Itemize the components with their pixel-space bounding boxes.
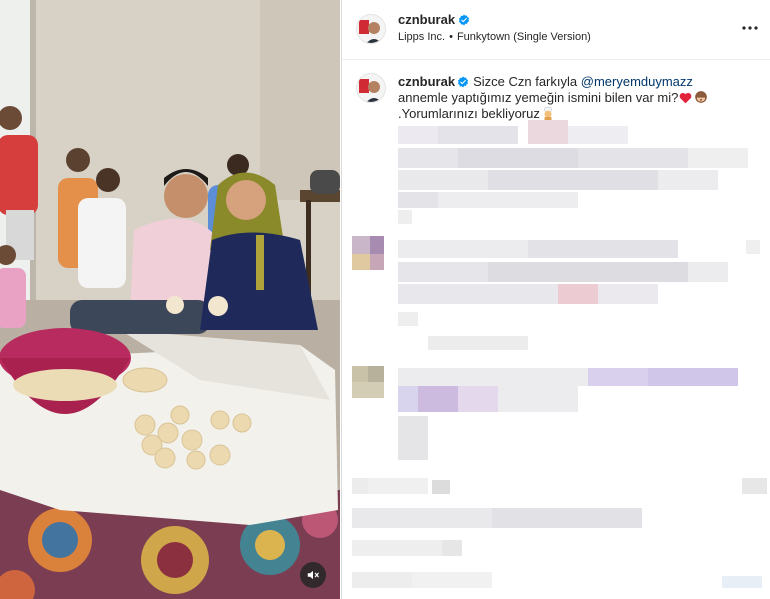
audio-artist[interactable]: Lipps Inc. <box>398 31 445 43</box>
mute-button[interactable] <box>300 562 326 588</box>
caption-text-start: Sizce Czn farkıyla <box>473 74 578 89</box>
username[interactable]: cznburak <box>398 12 455 27</box>
avatar-image <box>357 74 385 102</box>
speaker-muted-icon <box>307 570 319 580</box>
blurred-comment-pixels <box>352 236 760 350</box>
comment-blurred-1 <box>398 118 748 228</box>
post-media-image <box>0 0 340 599</box>
see-no-evil-monkey-emoji-icon <box>695 91 708 103</box>
audio-separator: • <box>449 31 453 43</box>
more-options-button[interactable] <box>738 16 762 40</box>
verified-badge-icon <box>459 14 470 25</box>
blurred-comment-pixels <box>398 120 748 224</box>
caption-avatar[interactable] <box>356 73 386 103</box>
audio-track[interactable]: Funkytown (Single Version) <box>457 31 591 43</box>
audio-attribution[interactable]: Lipps Inc. • Funkytown (Single Version) <box>398 31 591 43</box>
caption-text: cznburak Sizce Czn farkıyla @meryemduymaz… <box>398 74 718 122</box>
red-heart-emoji-icon <box>679 92 692 104</box>
comment-blurred-4 <box>352 478 767 596</box>
verified-badge-icon <box>458 76 469 88</box>
post-header: cznburak Lipps Inc. • Funkytown (Single … <box>342 0 770 60</box>
post-detail-panel: cznburak Lipps Inc. • Funkytown (Single … <box>341 0 770 599</box>
comment-blurred-2 <box>352 236 762 356</box>
caption-mention-link[interactable]: @meryemduymazz <box>581 74 693 89</box>
post-media-video[interactable] <box>0 0 340 599</box>
more-horizontal-icon <box>742 26 758 30</box>
post-author[interactable]: cznburak <box>398 12 470 27</box>
blurred-comment-pixels <box>352 366 738 460</box>
blurred-comment-pixels <box>352 478 767 588</box>
caption-text-middle: annemle yaptığımız yemeğin ismini bilen … <box>398 90 679 105</box>
avatar[interactable] <box>356 14 386 44</box>
avatar-image <box>357 15 385 43</box>
caption-username[interactable]: cznburak <box>398 74 455 89</box>
comment-blurred-3 <box>352 366 762 466</box>
